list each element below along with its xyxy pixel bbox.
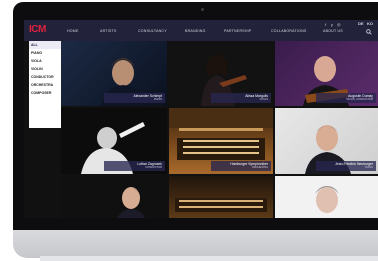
- search-icon[interactable]: [366, 29, 372, 35]
- lang-de[interactable]: DE: [358, 21, 364, 26]
- artist-card[interactable]: [169, 176, 273, 218]
- filter-composer[interactable]: COMPOSER: [29, 89, 61, 97]
- artist-card[interactable]: Alissa Margulis VIOLIN: [169, 41, 273, 106]
- artist-photo: [315, 186, 339, 213]
- main-nav: HOME ARTISTS CONSULTANCY BRANDING PARTNE…: [24, 29, 378, 35]
- artist-role: PIANO: [364, 166, 373, 169]
- artist-card[interactable]: [61, 176, 167, 218]
- artist-card[interactable]: Jean-Frédéric Neuburger PIANO: [275, 108, 378, 174]
- artist-caption: Jean-Frédéric Neuburger PIANO: [316, 161, 376, 171]
- monitor-base: [40, 256, 378, 261]
- artist-card[interactable]: Alexander Schimpf PIANO: [61, 41, 167, 106]
- artist-card[interactable]: [275, 176, 378, 218]
- artist-card[interactable]: Augustin Dumay VIOLIN, CONDUCTOR: [275, 41, 378, 106]
- artist-role: PIANO: [153, 98, 162, 101]
- artist-role: VIOLIN: [259, 98, 268, 101]
- monitor-chin: [13, 230, 378, 258]
- nav-artists[interactable]: ARTISTS: [100, 29, 117, 33]
- youtube-icon[interactable]: y: [331, 22, 333, 27]
- facebook-icon[interactable]: f: [325, 22, 326, 27]
- artist-role: CONDUCTOR: [145, 166, 162, 169]
- filter-orchestra[interactable]: ORCHESTRA: [29, 81, 61, 89]
- lang-ko[interactable]: KO: [367, 21, 373, 26]
- nav-branding[interactable]: BRANDING: [185, 29, 206, 33]
- artist-photo: [175, 198, 267, 212]
- nav-home[interactable]: HOME: [67, 29, 79, 33]
- nav-partnership[interactable]: PARTNERSHIP: [224, 29, 251, 33]
- category-sidebar: ALL PIANO VIOLA VIOLIN CONDUCTOR ORCHEST…: [29, 41, 61, 128]
- artist-card[interactable]: Hamburger Symphoniker ORCHESTRA: [169, 108, 273, 174]
- artist-role: ORCHESTRA: [251, 166, 268, 169]
- artist-caption: Alissa Margulis VIOLIN: [210, 93, 271, 103]
- nav-about-us[interactable]: ABOUT US: [323, 29, 343, 33]
- artist-caption: Alexander Schimpf PIANO: [103, 93, 165, 103]
- filter-all[interactable]: ALL: [29, 41, 61, 49]
- artist-caption: Lothar Zagrosek CONDUCTOR: [103, 161, 165, 171]
- nav-collaborations[interactable]: COLLABORATIONS: [271, 29, 306, 33]
- website-screen: ICM HOME ARTISTS CONSULTANCY BRANDING PA…: [24, 20, 378, 218]
- filter-violin[interactable]: VIOLIN: [29, 65, 61, 73]
- filter-conductor[interactable]: CONDUCTOR: [29, 73, 61, 81]
- camera-icon: [201, 8, 204, 11]
- artist-caption: Augustin Dumay VIOLIN, CONDUCTOR: [316, 93, 376, 103]
- filter-piano[interactable]: PIANO: [29, 49, 61, 57]
- site-header: ICM HOME ARTISTS CONSULTANCY BRANDING PA…: [24, 20, 378, 41]
- artist-photo: [117, 187, 145, 218]
- instagram-icon[interactable]: ◎: [337, 22, 341, 27]
- artist-role: VIOLIN, CONDUCTOR: [346, 98, 373, 101]
- artist-card[interactable]: Lothar Zagrosek CONDUCTOR: [61, 108, 167, 174]
- filter-viola[interactable]: VIOLA: [29, 57, 61, 65]
- monitor: ICM HOME ARTISTS CONSULTANCY BRANDING PA…: [0, 0, 378, 261]
- nav-consultancy[interactable]: CONSULTANCY: [138, 29, 167, 33]
- artist-caption: Hamburger Symphoniker ORCHESTRA: [210, 161, 271, 171]
